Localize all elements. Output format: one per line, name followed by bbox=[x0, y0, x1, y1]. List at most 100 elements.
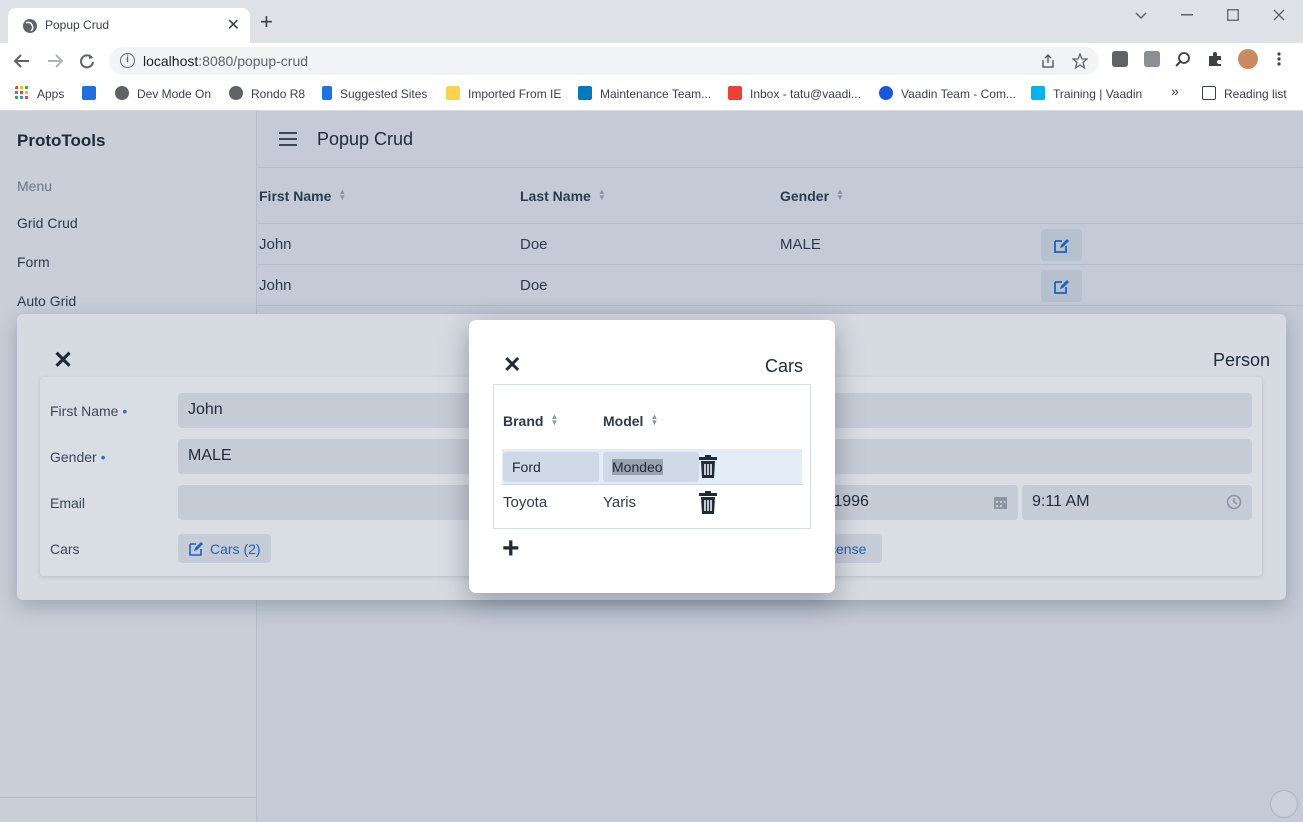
cell-model: Yaris bbox=[603, 494, 637, 511]
bookmark-apps[interactable]: Apps bbox=[15, 86, 64, 101]
app-root: ProtoTools Menu Grid Crud Form Auto Grid… bbox=[0, 111, 1303, 822]
cars-close-icon[interactable]: ✕ bbox=[503, 352, 521, 378]
gmail-icon bbox=[728, 86, 742, 100]
email-field[interactable] bbox=[178, 485, 478, 520]
browser-tabstrip: Popup Crud ✕ + bbox=[0, 0, 1303, 43]
add-car-icon[interactable]: + bbox=[502, 534, 520, 564]
brand-editor[interactable]: Ford bbox=[503, 452, 599, 482]
share-icon[interactable] bbox=[1040, 53, 1056, 69]
bookmark-vaadin-team[interactable]: Vaadin Team - Com... bbox=[879, 86, 1016, 101]
grammarly-icon[interactable] bbox=[1144, 51, 1160, 67]
kebab-menu-icon[interactable] bbox=[1276, 51, 1292, 67]
reload-icon[interactable] bbox=[79, 53, 95, 69]
extension-icon[interactable] bbox=[1112, 51, 1128, 67]
cars-label: Cars bbox=[50, 541, 80, 557]
gender-label: Gender • bbox=[50, 449, 106, 465]
bookmark-maintenance[interactable]: Maintenance Team... bbox=[578, 86, 711, 101]
bookmark-dev-mode[interactable]: Dev Mode On bbox=[115, 86, 211, 101]
cell-last-name: Doe bbox=[520, 236, 548, 253]
cars-dialog: ✕ Cars Brand ▲ ▼ Model ▲ ▼ Ford Mondeo Toyot… bbox=[469, 320, 835, 593]
more-bookmarks-icon[interactable]: » bbox=[1171, 83, 1179, 99]
table-row[interactable]: John Doe MALE bbox=[257, 224, 1303, 265]
bookmark-inbox[interactable]: Inbox - tatu@vaadi... bbox=[728, 86, 861, 101]
edit-icon bbox=[189, 542, 203, 556]
table-row[interactable]: Ford Mondeo bbox=[502, 449, 802, 485]
avatar[interactable] bbox=[1238, 49, 1258, 69]
cell-last-name: Doe bbox=[520, 277, 548, 294]
page-header: Popup Crud bbox=[257, 111, 1303, 168]
bookmark-training[interactable]: Training | Vaadin bbox=[1031, 86, 1142, 101]
tab-search-icon[interactable] bbox=[1134, 10, 1148, 20]
email-label: Email bbox=[50, 495, 86, 511]
table-row[interactable]: John Doe bbox=[257, 265, 1303, 306]
trash-icon[interactable] bbox=[698, 455, 718, 479]
new-tab-button[interactable]: + bbox=[260, 11, 273, 33]
vaadin-dev-tools-icon[interactable] bbox=[1270, 790, 1298, 818]
sort-icon[interactable]: ▲ ▼ bbox=[550, 413, 558, 427]
sort-icon[interactable]: ▲ ▼ bbox=[650, 413, 658, 427]
bookmark-suggested[interactable]: Suggested Sites bbox=[322, 86, 427, 101]
nav-item-grid-crud[interactable]: Grid Crud bbox=[17, 215, 78, 231]
vaadin-team-icon bbox=[879, 86, 893, 100]
address-url: localhost:8080/popup-crud bbox=[143, 53, 309, 69]
browser-tab[interactable]: Popup Crud ✕ bbox=[8, 8, 250, 43]
zoom-search-icon[interactable] bbox=[1175, 51, 1191, 67]
tab-close-icon[interactable]: ✕ bbox=[227, 15, 240, 35]
vaadin-icon bbox=[1031, 86, 1045, 100]
column-last-name[interactable]: Last Name ▲ ▼ bbox=[520, 188, 606, 205]
nav-item-form[interactable]: Form bbox=[17, 254, 50, 270]
cars-button[interactable]: Cars (2) bbox=[178, 534, 271, 563]
app-brand: ProtoTools bbox=[17, 131, 106, 150]
column-gender[interactable]: Gender ▲ ▼ bbox=[780, 188, 844, 205]
site-info-icon[interactable]: i bbox=[120, 53, 135, 68]
time-field[interactable]: 9:11 AM bbox=[1022, 485, 1252, 520]
maximize-icon[interactable] bbox=[1227, 9, 1239, 21]
column-model[interactable]: Model ▲ ▼ bbox=[603, 413, 658, 430]
trash-icon[interactable] bbox=[698, 491, 718, 515]
bookmark-rondo[interactable]: Rondo R8 bbox=[229, 86, 305, 101]
address-bar[interactable]: i localhost:8080/popup-crud bbox=[109, 47, 1099, 75]
column-brand[interactable]: Brand ▲ ▼ bbox=[503, 413, 558, 430]
date-field[interactable]: 3/1996 bbox=[820, 485, 1018, 520]
trello-icon bbox=[578, 86, 592, 100]
first-name-label: First Name • bbox=[50, 403, 128, 419]
drawer-divider bbox=[0, 797, 256, 798]
calendar-icon[interactable] bbox=[993, 495, 1008, 510]
bookmarks-bar: Apps Dev Mode On Rondo R8 Suggested Site… bbox=[0, 80, 1303, 111]
reading-list[interactable]: Reading list bbox=[1202, 86, 1287, 101]
window-close-icon[interactable] bbox=[1273, 9, 1285, 21]
menu-label: Menu bbox=[17, 178, 53, 194]
menu-toggle-icon[interactable] bbox=[279, 132, 297, 146]
edit-button[interactable] bbox=[1041, 229, 1082, 261]
cars-grid: Brand ▲ ▼ Model ▲ ▼ Ford Mondeo Toyota Yaris bbox=[493, 384, 811, 529]
cell-first-name: John bbox=[259, 236, 292, 253]
model-editor[interactable]: Mondeo bbox=[603, 452, 699, 482]
forward-icon[interactable] bbox=[47, 53, 63, 69]
bookmark-intercom[interactable] bbox=[82, 86, 104, 101]
edit-icon bbox=[1054, 239, 1069, 253]
person-close-icon[interactable]: ✕ bbox=[53, 346, 73, 375]
clock-icon[interactable] bbox=[1226, 494, 1242, 510]
tab-title: Popup Crud bbox=[45, 18, 110, 32]
table-row[interactable]: Toyota Yaris bbox=[502, 485, 802, 521]
edit-button[interactable] bbox=[1041, 270, 1082, 302]
apps-grid-icon bbox=[15, 86, 28, 99]
bookmark-star-icon[interactable] bbox=[1072, 53, 1088, 69]
back-icon[interactable] bbox=[14, 53, 30, 69]
cell-first-name: John bbox=[259, 277, 292, 294]
edit-icon bbox=[1054, 280, 1069, 294]
person-dialog-title: Person bbox=[1212, 350, 1270, 370]
sort-icon[interactable]: ▲ ▼ bbox=[338, 188, 346, 202]
column-first-name[interactable]: First Name ▲ ▼ bbox=[259, 188, 346, 205]
bookmark-imported[interactable]: Imported From IE bbox=[446, 86, 561, 101]
sort-icon[interactable]: ▲ ▼ bbox=[598, 188, 606, 202]
cell-gender: MALE bbox=[780, 236, 821, 253]
browser-toolbar: i localhost:8080/popup-crud bbox=[0, 43, 1303, 80]
minimize-icon[interactable] bbox=[1181, 14, 1193, 16]
globe-icon bbox=[229, 86, 243, 100]
nav-item-auto-grid[interactable]: Auto Grid bbox=[17, 293, 76, 309]
puzzle-icon[interactable] bbox=[1207, 51, 1223, 67]
bing-icon bbox=[322, 86, 332, 100]
sort-icon[interactable]: ▲ ▼ bbox=[836, 188, 844, 202]
cars-dialog-title: Cars bbox=[764, 356, 803, 376]
